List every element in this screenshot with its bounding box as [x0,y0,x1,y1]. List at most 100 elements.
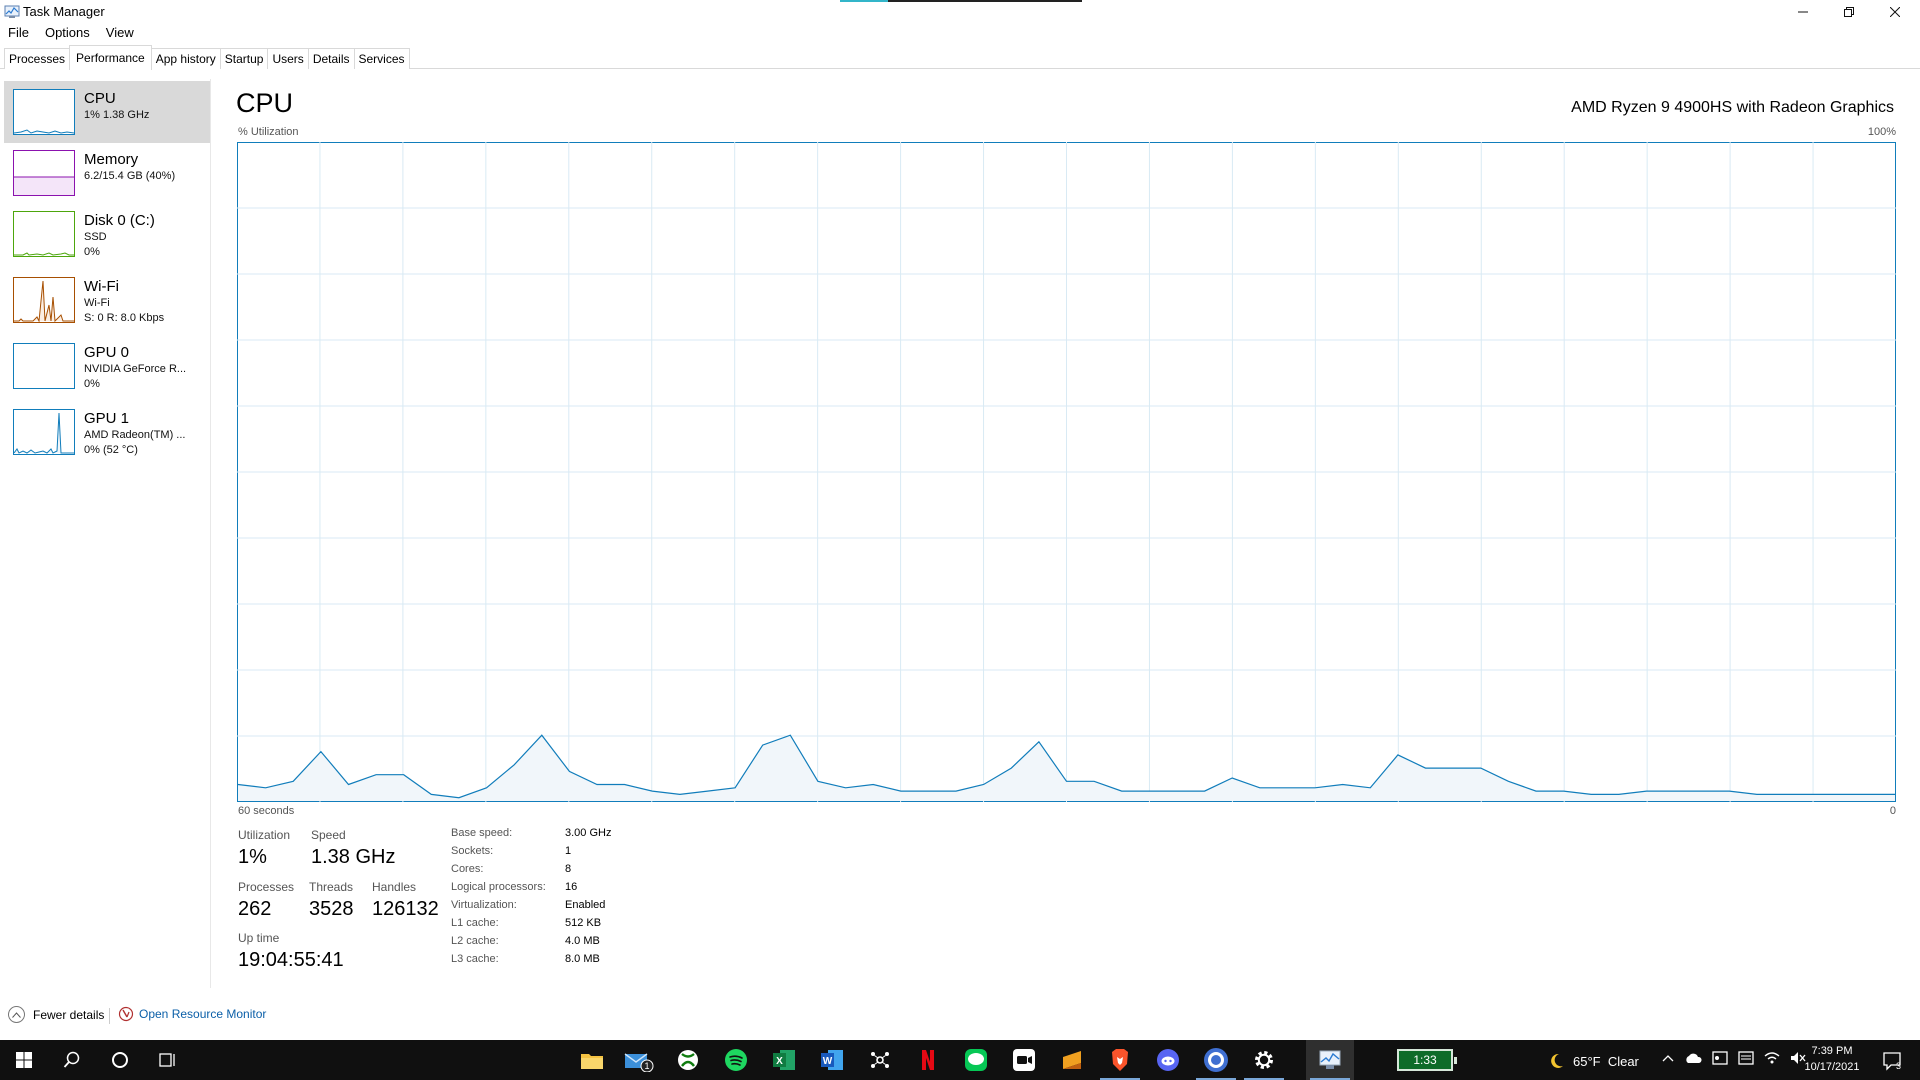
tab-bar: Processes Performance App history Startu… [4,45,410,70]
brave-icon[interactable] [1096,1040,1144,1080]
onedrive-cloud-icon[interactable] [1684,1052,1702,1064]
keyboard-icon[interactable] [1738,1051,1754,1065]
restore-icon [1844,7,1854,17]
battery-time: 1:33 [1413,1053,1437,1067]
excel-icon[interactable]: X [760,1040,808,1080]
page-title: CPU [236,88,294,118]
zoom-icon[interactable] [1000,1040,1048,1080]
menu-options[interactable]: Options [37,24,98,44]
tab-processes[interactable]: Processes [4,48,71,69]
fewer-details-button[interactable]: Fewer details [8,1006,104,1023]
tab-performance[interactable]: Performance [69,45,152,70]
cortana-icon[interactable] [96,1040,144,1080]
xbox-icon[interactable] [664,1040,712,1080]
netflix-icon[interactable] [904,1040,952,1080]
spec-key: L2 cache: [451,935,499,947]
chevron-up-icon[interactable] [1662,1054,1674,1062]
weather-widget[interactable]: 65°F Clear [1547,1052,1639,1070]
sidebar-item-cpu[interactable]: CPU 1% 1.38 GHz [4,81,210,143]
spec-value: 8.0 MB [565,953,600,965]
spec-key: L1 cache: [451,917,499,929]
open-resource-monitor-link[interactable]: Open Resource Monitor [118,1006,266,1022]
task-manager-icon [4,5,20,18]
chrome-icon[interactable] [1192,1040,1240,1080]
tab-details[interactable]: Details [307,48,355,69]
window-title: Task Manager [23,4,105,19]
tab-services[interactable]: Services [353,48,410,69]
spec-key: L3 cache: [451,953,499,965]
chevron-up-icon [8,1006,25,1023]
file-explorer-icon[interactable] [568,1040,616,1080]
minimize-button[interactable] [1780,0,1826,24]
menu-file[interactable]: File [0,24,37,44]
fewer-details-label: Fewer details [33,1007,105,1022]
menu-view[interactable]: View [98,24,142,44]
mail-icon[interactable]: 1 [616,1040,664,1080]
battery-time-indicator[interactable]: 1:33 [1397,1049,1457,1071]
sidebar-gpu1-name: GPU 1 [84,410,130,427]
spec-key: Cores: [451,863,484,875]
sidebar-item-gpu0[interactable]: GPU 0 NVIDIA GeForce R... 0% [4,335,210,397]
wifi-icon[interactable] [1764,1051,1780,1065]
app-icon[interactable] [1048,1040,1096,1080]
sidebar-cpu-name: CPU [84,90,116,107]
sidebar-item-disk[interactable]: Disk 0 (C:) SSD 0% [4,203,210,265]
footer: Fewer details Open Resource Monitor [0,1004,1920,1030]
sidebar-disk-usage: 0% [84,246,100,258]
svg-text:X: X [776,1056,783,1067]
sidebar-gpu1-model: AMD Radeon(TM) ... [84,429,186,441]
spec-value: 3.00 GHz [565,827,612,839]
search-icon[interactable] [48,1040,96,1080]
word-icon[interactable]: W [808,1040,856,1080]
sidebar-wifi-throughput: S: 0 R: 8.0 Kbps [84,312,165,324]
spec-value: 8 [565,863,572,875]
spec-value: Enabled [565,899,606,911]
tab-users[interactable]: Users [267,48,309,69]
spec-key: Logical processors: [451,881,546,893]
sidebar-item-gpu1[interactable]: GPU 1 AMD Radeon(TM) ... 0% (52 °C) [4,401,210,463]
memory-mini-graph [13,150,75,196]
app-tray-icon[interactable] [1712,1050,1728,1066]
sidebar-memory-name: Memory [84,151,139,168]
uptime-value: 19:04:55:41 [238,949,344,971]
sidebar-item-wifi[interactable]: Wi-Fi Wi-Fi S: 0 R: 8.0 Kbps [4,269,210,331]
taskbar-clock[interactable]: 7:39 PM 10/17/2021 [1800,1043,1864,1075]
cpu-thumbnail [13,89,75,135]
sidebar-divider [210,79,211,988]
task-view-icon[interactable] [144,1040,192,1080]
task-manager-window: Task Manager File Options View Processes… [0,0,1920,1080]
close-button[interactable] [1872,0,1918,24]
clock-time: 7:39 PM [1811,1045,1853,1057]
tab-app-history[interactable]: App history [150,48,221,69]
threads-value: 3528 [309,898,354,920]
windows-start-icon[interactable] [0,1040,48,1080]
x-axis-end-label: 0 [1889,805,1896,817]
spotify-icon[interactable] [712,1040,760,1080]
line-icon[interactable] [952,1040,1000,1080]
sidebar-memory-detail: 6.2/15.4 GB (40%) [84,170,176,182]
speed-value: 1.38 GHz [311,846,396,868]
network-app-icon[interactable] [856,1040,904,1080]
title-accent [840,0,888,2]
tab-startup[interactable]: Startup [219,48,269,69]
spec-key: Base speed: [451,827,513,839]
gpu0-thumbnail [13,343,75,389]
graph-grid [237,142,1896,802]
restore-button[interactable] [1826,0,1872,24]
resource-monitor-icon [118,1006,134,1022]
discord-icon[interactable] [1144,1040,1192,1080]
title-accent-dark [888,0,1082,2]
task-manager-taskbar-icon[interactable] [1306,1040,1354,1080]
minimize-icon [1798,11,1808,13]
sidebar-wifi-name: Wi-Fi [84,278,119,295]
disk-mini-graph [13,211,75,257]
notification-center-button[interactable]: 3 [1880,1049,1904,1073]
sidebar-item-memory[interactable]: Memory 6.2/15.4 GB (40%) [4,142,210,204]
settings-icon[interactable] [1240,1040,1288,1080]
sidebar-gpu0-model: NVIDIA GeForce R... [84,363,187,375]
cpu-model-name: AMD Ryzen 9 4900HS with Radeon Graphics [1571,99,1894,116]
threads-label: Threads [309,880,354,894]
title-bar: Task Manager [0,0,1920,24]
gpu1-mini-graph [13,409,75,455]
utilization-label: Utilization [238,828,291,842]
